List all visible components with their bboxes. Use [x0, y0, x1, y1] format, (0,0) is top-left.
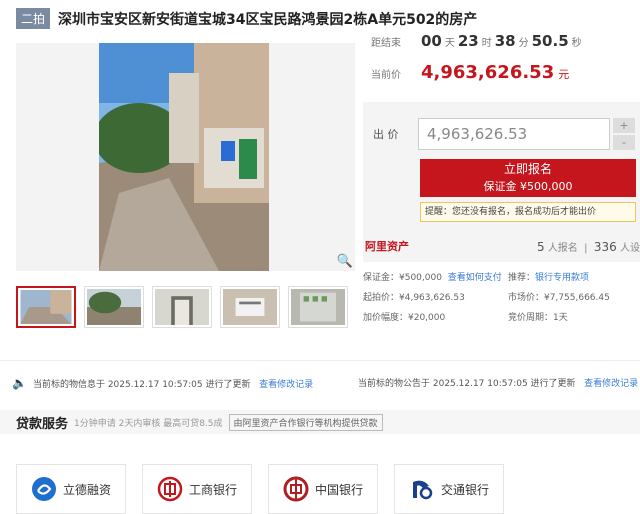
main-photo[interactable]: 🔍 — [16, 43, 355, 271]
divider — [0, 360, 640, 361]
current-price-label: 当前价 — [371, 70, 401, 81]
loan-subtitle: 1分钟申请 2天内审核 最高可贷8.5成 — [74, 418, 223, 429]
thumbnail-4[interactable] — [220, 286, 280, 328]
current-price: 当前价 4,963,626.53 元 — [363, 62, 640, 92]
thumbnail-strip — [16, 286, 348, 328]
bank-name: 立德融资 — [62, 482, 111, 497]
lide-logo-icon — [31, 477, 56, 501]
current-price-unit: 元 — [558, 68, 570, 81]
decrease-bid-button[interactable]: - — [613, 135, 635, 150]
recommend-info: 推荐：银行专用款项 — [508, 270, 589, 283]
signup-deposit: 保证金 ¥500,000 — [483, 180, 573, 193]
boc-logo-icon — [283, 476, 309, 502]
countdown-label: 距结束 — [371, 38, 401, 49]
bank-bocom[interactable]: 交通银行 — [394, 464, 504, 514]
participation-counts: 5 人报名 | 336 人设 — [536, 239, 640, 254]
market-price: 市场价：¥7,755,666.45 — [508, 293, 610, 303]
seconds-unit: 秒 — [571, 38, 582, 49]
increase-bid-button[interactable]: + — [613, 118, 635, 133]
deposit-info: 保证金：¥500,000 查看如何支付 — [363, 270, 502, 283]
property-photo — [99, 43, 269, 271]
bocom-logo-icon — [412, 480, 433, 500]
bank-boc[interactable]: 中国银行 — [268, 464, 378, 514]
countdown-minutes: 38 — [494, 32, 516, 50]
minutes-unit: 分 — [518, 38, 529, 49]
signup-count: 5 — [536, 239, 545, 254]
thumbnail-3[interactable] — [152, 286, 212, 328]
loan-title: 贷款服务 — [16, 416, 69, 432]
title-row: 二拍 深圳市宝安区新安街道宝城34区宝民路鸿景园2栋A单元502的房产 — [16, 8, 477, 29]
loan-provider-note: 由阿里资产合作银行等机构提供贷款 — [228, 413, 383, 431]
thumbnail-1[interactable] — [16, 286, 76, 328]
current-price-value: 4,963,626.53 — [421, 62, 555, 83]
announcement-update-notice: 当前标的物公告于 2025.12.17 10:57:05 进行了更新 查看修改记… — [358, 376, 638, 389]
auction-round-badge: 二拍 — [16, 8, 51, 29]
speaker-icon: 🔈 — [12, 376, 27, 390]
info-update-notice: 🔈 当前标的物信息于 2025.12.17 10:57:05 进行了更新 查看修… — [12, 376, 313, 390]
countdown-days: 00 — [421, 32, 442, 50]
bid-increment: 加价幅度：¥20,000 — [363, 313, 446, 323]
signup-reminder: 提醒：您还没有报名，报名成功后才能出价 — [420, 202, 636, 222]
days-unit: 天 — [444, 38, 455, 49]
countdown: 距结束 00 天 23 时 38 分 50.5 秒 — [363, 32, 640, 62]
auction-panel: 距结束 00 天 23 时 38 分 50.5 秒 当前价 4,963,626.… — [363, 32, 640, 262]
bid-input[interactable]: 4,963,626.53 — [418, 118, 610, 150]
signup-button[interactable]: 立即报名 保证金 ¥500,000 — [420, 159, 636, 197]
icbc-logo-icon — [157, 476, 183, 502]
ali-asset-row: 阿里资产 5 人报名 | 336 人设 — [363, 235, 640, 257]
announcement-history-link[interactable]: 查看修改记录 — [584, 376, 638, 389]
loan-service-bar: 贷款服务 1分钟申请 2天内审核 最高可贷8.5成 由阿里资产合作银行等机构提供… — [0, 410, 640, 434]
bank-icbc[interactable]: 工商银行 — [142, 464, 252, 514]
bank-name: 交通银行 — [440, 482, 489, 497]
page-title: 深圳市宝安区新安街道宝城34区宝民路鸿景园2栋A单元502的房产 — [58, 11, 478, 28]
announcement-update-text: 当前标的物公告于 2025.12.17 10:57:05 进行了更新 — [358, 379, 576, 389]
info-history-link[interactable]: 查看修改记录 — [259, 377, 313, 390]
recommend-label: 推荐： — [508, 273, 536, 283]
bank-list: 立德融资 工商银行 中国银行 交通银行 — [16, 464, 504, 514]
bid-label: 出 价 — [373, 128, 399, 141]
bank-name: 工商银行 — [188, 482, 237, 497]
zoom-icon[interactable]: 🔍 — [337, 254, 353, 269]
countdown-hours: 23 — [457, 32, 479, 50]
info-update-text: 当前标的物信息于 2025.12.17 10:57:05 进行了更新 — [32, 379, 251, 390]
hours-unit: 时 — [481, 38, 492, 49]
watch-count: 336 — [593, 239, 617, 254]
signup-label: 立即报名 — [503, 162, 552, 176]
bank-name: 中国银行 — [314, 482, 363, 497]
countdown-seconds: 50.5 — [531, 32, 569, 50]
bank-lide[interactable]: 立德融资 — [16, 464, 126, 514]
ali-asset-logo: 阿里资产 — [365, 240, 409, 253]
signup-count-label: 人报名 — [547, 242, 578, 254]
bid-row: 出 价 4,963,626.53 — [373, 118, 610, 150]
watch-count-label: 人设 — [620, 242, 640, 254]
bid-period: 竞价周期：1天 — [508, 313, 568, 323]
start-price: 起拍价：¥4,963,626.53 — [363, 293, 465, 303]
how-to-pay-link[interactable]: 查看如何支付 — [448, 273, 502, 283]
thumbnail-5[interactable] — [288, 286, 348, 328]
thumbnail-2[interactable] — [84, 286, 144, 328]
bank-loan-link[interactable]: 银行专用款项 — [535, 273, 589, 283]
deposit-text: 保证金：¥500,000 — [363, 273, 442, 283]
